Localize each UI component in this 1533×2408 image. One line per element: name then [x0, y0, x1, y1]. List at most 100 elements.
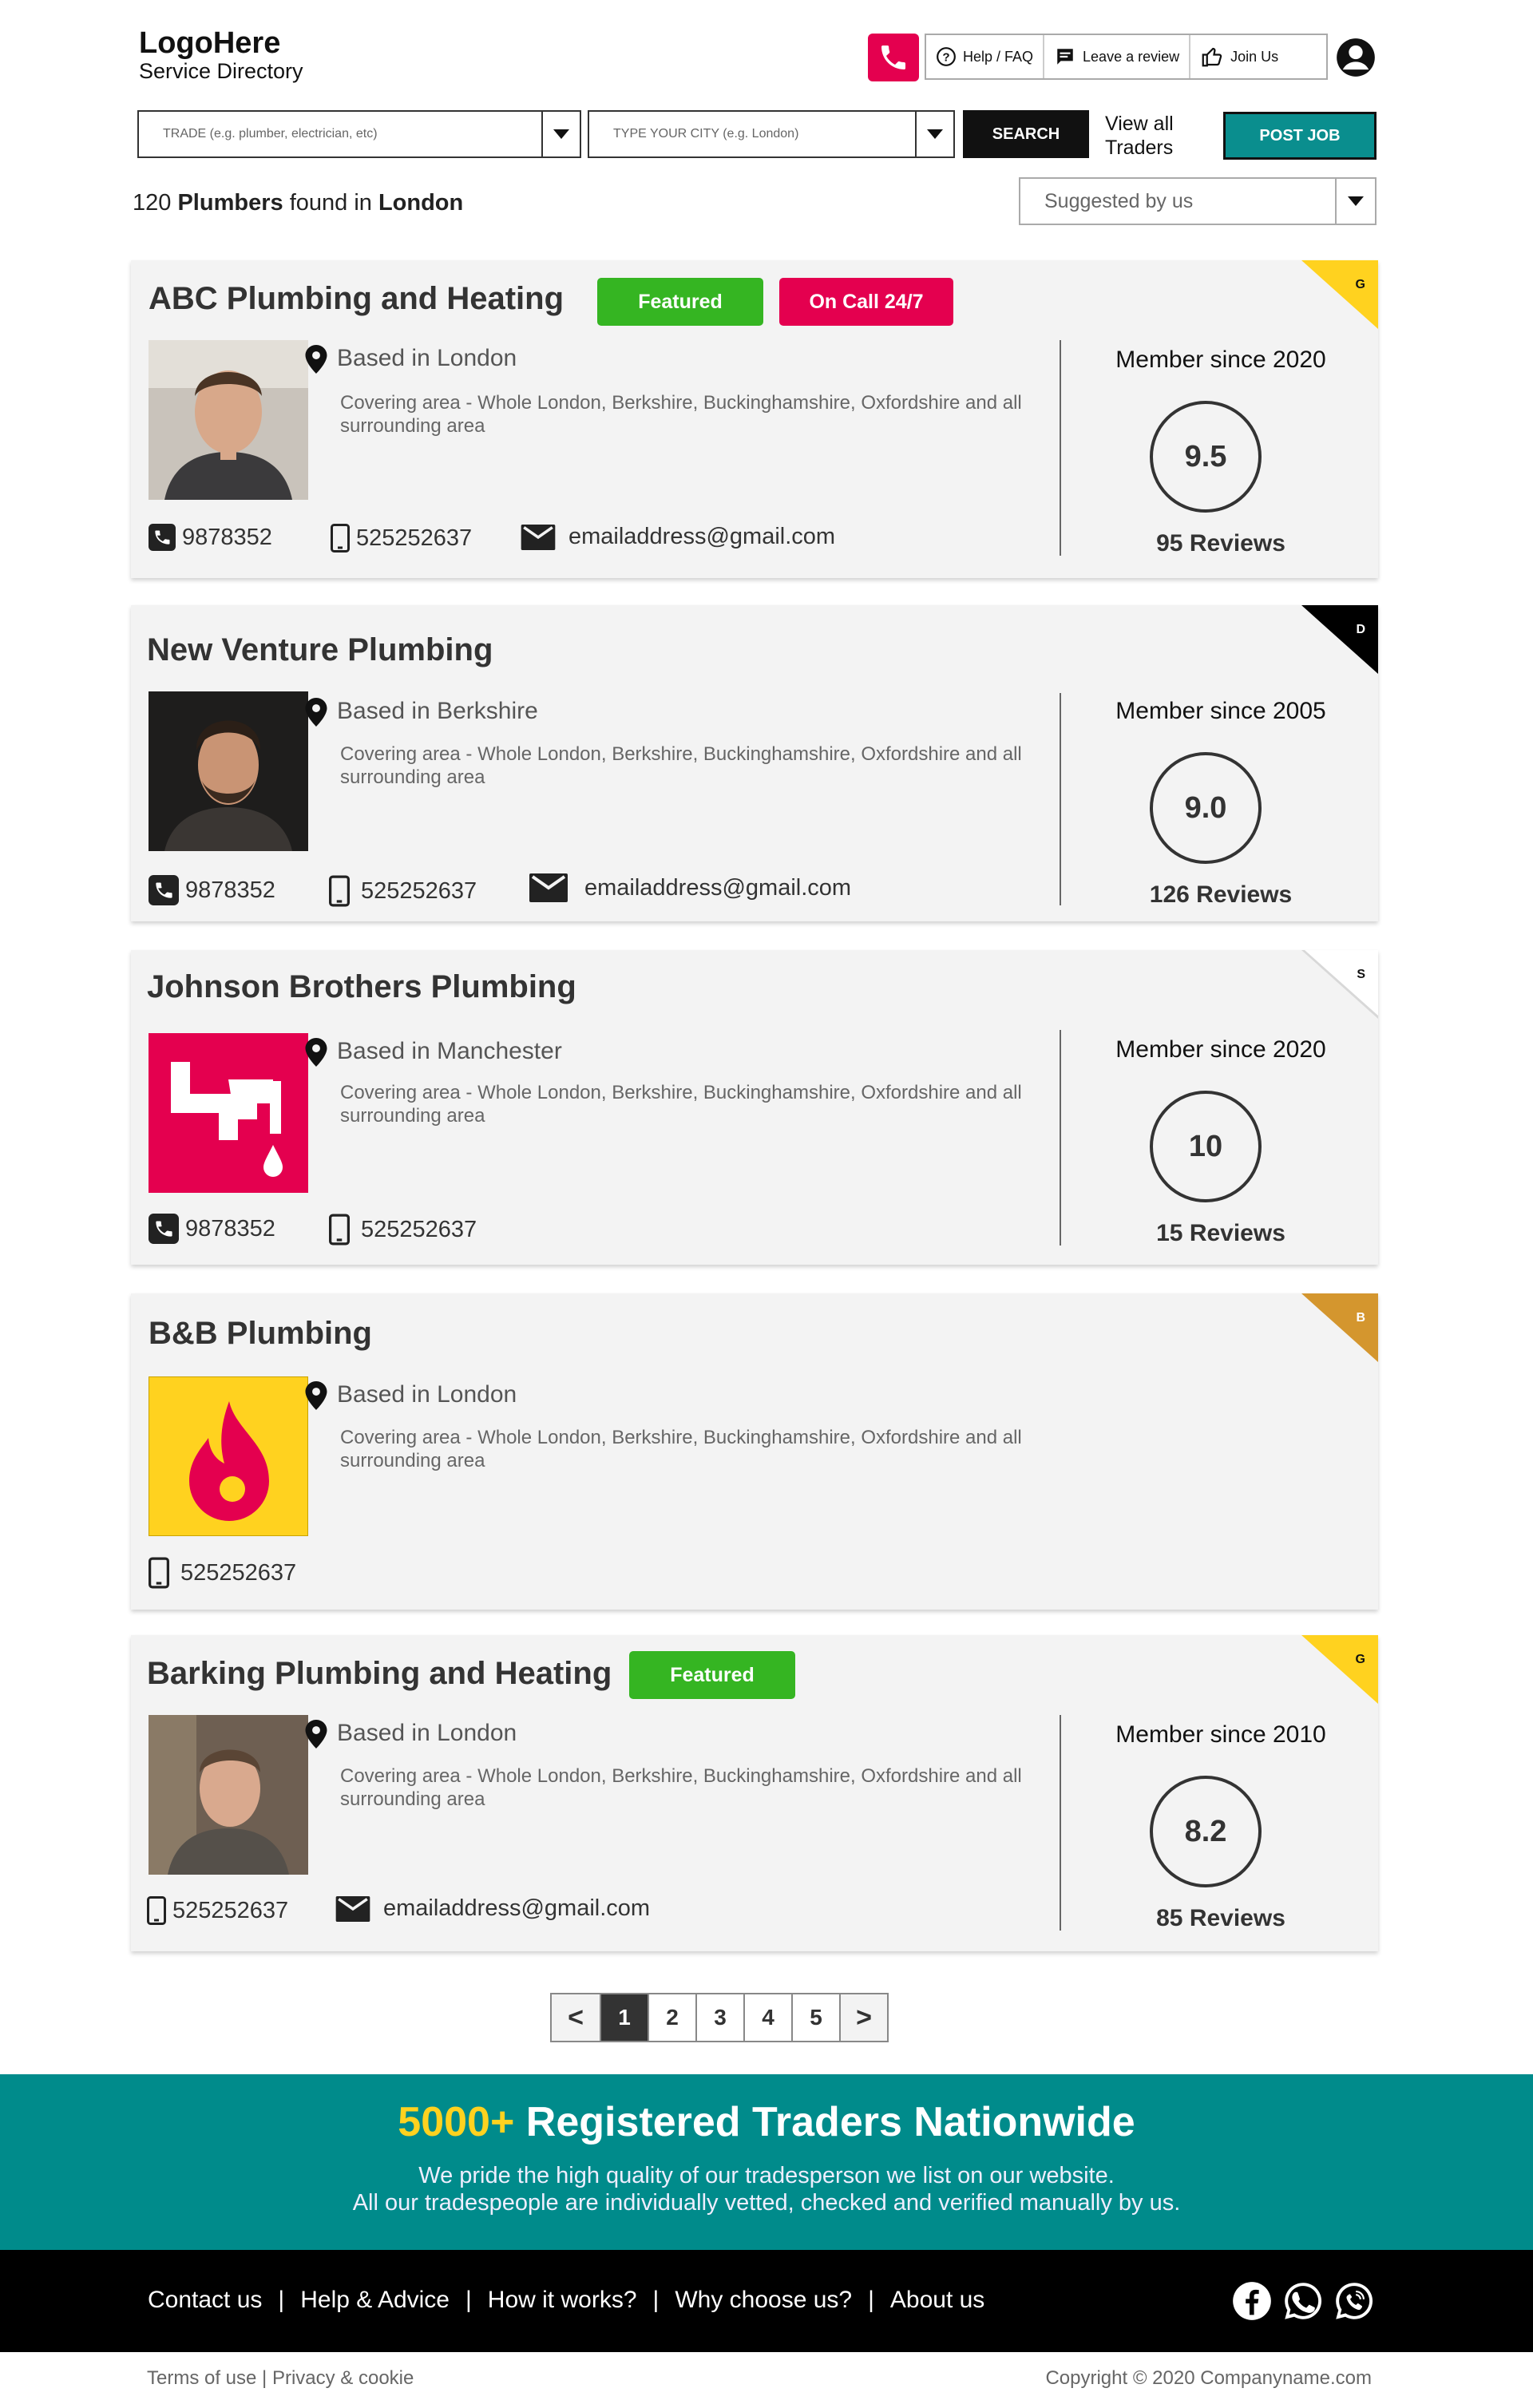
footer-link-contact[interactable]: Contact us — [148, 2287, 262, 2314]
card-divider — [1060, 340, 1061, 556]
mobile-contact[interactable]: 525252637 — [147, 1895, 288, 1926]
mobile-contact[interactable]: 525252637 — [331, 524, 472, 552]
help-faq-link[interactable]: ? Help / FAQ — [926, 35, 1043, 78]
post-job-button[interactable]: POST JOB — [1223, 112, 1377, 160]
phone-number: 9878352 — [185, 877, 275, 903]
footer-link-how-it-works[interactable]: How it works? — [488, 2287, 637, 2314]
sort-dropdown-button[interactable] — [1335, 179, 1375, 224]
review-count[interactable]: 126 Reviews — [1064, 881, 1378, 909]
mobile-contact[interactable]: 525252637 — [329, 1214, 477, 1246]
question-icon: ? — [937, 47, 956, 66]
footer-links: Contact us | Help & Advice | How it work… — [148, 2287, 984, 2314]
map-pin-icon — [305, 1720, 327, 1749]
listing-card[interactable]: B B&B Plumbing Based in London Covering … — [131, 1293, 1378, 1610]
leave-review-link[interactable]: Leave a review — [1043, 35, 1189, 78]
banner-subtext: We pride the high quality of our tradesp… — [0, 2162, 1533, 2216]
phone-contact[interactable]: 9878352 — [149, 875, 275, 905]
mobile-icon — [329, 875, 350, 907]
phone-contact[interactable]: 9878352 — [149, 1214, 275, 1244]
tier-letter: S — [1357, 968, 1365, 981]
page-button-3[interactable]: 3 — [695, 1994, 743, 2041]
business-logo — [149, 1033, 308, 1193]
review-count[interactable]: 95 Reviews — [1064, 530, 1378, 557]
business-photo — [149, 691, 308, 851]
page-button-5[interactable]: 5 — [791, 1994, 839, 2041]
listing-card[interactable]: G Barking Plumbing and Heating Featured … — [131, 1635, 1378, 1951]
social-links — [1231, 2280, 1375, 2322]
footer-separator: | — [465, 2287, 472, 2313]
listing-card[interactable]: S Johnson Brothers Plumbing Based in Man… — [131, 950, 1378, 1265]
banner-headline-text: Registered Traders Nationwide — [525, 2099, 1135, 2145]
email-contact[interactable]: emailaddress@gmail.com — [335, 1895, 650, 1922]
phone-square-icon — [149, 1214, 179, 1244]
mobile-number: 525252637 — [361, 1216, 477, 1242]
based-location: Based in London — [305, 1381, 517, 1410]
phone-number: 9878352 — [182, 524, 272, 550]
member-since: Member since 2020 — [1115, 1036, 1326, 1063]
listing-card[interactable]: D New Venture Plumbing Based in Berkshir… — [131, 605, 1378, 921]
sort-select[interactable]: Suggested by us — [1019, 177, 1377, 225]
trade-dropdown-button[interactable] — [541, 112, 580, 156]
mobile-number: 525252637 — [172, 1897, 289, 1923]
listing-card[interactable]: G ABC Plumbing and Heating Featured On C… — [131, 260, 1378, 578]
footer-separator: | — [278, 2287, 285, 2313]
envelope-icon — [521, 524, 556, 550]
call-button[interactable] — [868, 34, 919, 81]
view-all-traders-link[interactable]: View all Traders — [1105, 112, 1185, 160]
results-found-in: found in — [289, 190, 372, 216]
mobile-number: 525252637 — [356, 525, 473, 551]
page-button-1[interactable]: 1 — [600, 1994, 648, 2041]
search-button[interactable]: SEARCH — [963, 110, 1089, 158]
help-faq-label: Help / FAQ — [963, 48, 1034, 65]
legal-links[interactable]: Terms of use | Privacy & cookie — [147, 2367, 414, 2390]
mobile-number: 525252637 — [180, 1559, 297, 1586]
email-contact[interactable]: emailaddress@gmail.com — [529, 873, 851, 902]
footer-link-why-choose[interactable]: Why choose us? — [675, 2287, 852, 2314]
person-portrait-image — [149, 1715, 308, 1875]
mobile-contact[interactable]: 525252637 — [329, 875, 477, 907]
city-placeholder: TYPE YOUR CITY (e.g. London) — [613, 127, 799, 141]
review-count[interactable]: 85 Reviews — [1064, 1905, 1378, 1932]
footer-separator: | — [868, 2287, 874, 2313]
facebook-icon[interactable] — [1231, 2280, 1273, 2322]
envelope-icon — [529, 873, 568, 902]
next-page-button[interactable]: > — [839, 1994, 887, 2041]
envelope-icon — [335, 1895, 370, 1922]
tier-ribbon — [1301, 1293, 1378, 1362]
thumbs-up-icon — [1202, 47, 1222, 67]
phone-contact[interactable]: 9878352 — [149, 524, 272, 551]
city-select[interactable]: TYPE YOUR CITY (e.g. London) — [588, 110, 955, 158]
caret-down-icon — [553, 129, 569, 139]
logo[interactable]: LogoHere Service Directory — [139, 27, 303, 83]
person-portrait-image — [149, 691, 308, 851]
footer-separator: | — [652, 2287, 660, 2313]
member-since: Member since 2020 — [1115, 347, 1326, 373]
review-count[interactable]: 15 Reviews — [1064, 1220, 1378, 1247]
business-name[interactable]: Barking Plumbing and Heating — [147, 1656, 612, 1692]
phone-square-icon — [149, 875, 179, 905]
viber-icon[interactable] — [1333, 2280, 1375, 2322]
whatsapp-icon[interactable] — [1282, 2280, 1324, 2322]
city-dropdown-button[interactable] — [915, 112, 953, 156]
business-name[interactable]: Johnson Brothers Plumbing — [147, 969, 576, 1005]
page-button-2[interactable]: 2 — [648, 1994, 695, 2041]
footer-link-about[interactable]: About us — [890, 2287, 984, 2314]
email-contact[interactable]: emailaddress@gmail.com — [521, 524, 835, 550]
results-count: 120 — [133, 190, 172, 216]
map-pin-icon — [305, 345, 327, 374]
trade-select[interactable]: TRADE (e.g. plumber, electrician, etc) — [137, 110, 581, 158]
email-address: emailaddress@gmail.com — [383, 1895, 651, 1921]
business-name[interactable]: B&B Plumbing — [149, 1316, 372, 1352]
sort-value: Suggested by us — [1044, 189, 1194, 212]
business-name[interactable]: ABC Plumbing and Heating — [149, 281, 564, 317]
footer-link-help[interactable]: Help & Advice — [300, 2287, 450, 2314]
covering-area: Covering area - Whole London, Berkshire,… — [340, 392, 1022, 437]
page-button-4[interactable]: 4 — [743, 1994, 791, 2041]
tier-letter: D — [1356, 623, 1365, 636]
prev-page-button[interactable]: < — [552, 1994, 600, 2041]
mobile-contact[interactable]: 525252637 — [149, 1557, 296, 1589]
business-name[interactable]: New Venture Plumbing — [147, 632, 493, 668]
email-address: emailaddress@gmail.com — [584, 874, 852, 901]
join-us-link[interactable]: Join Us — [1189, 35, 1288, 78]
user-account-icon[interactable] — [1335, 37, 1377, 78]
